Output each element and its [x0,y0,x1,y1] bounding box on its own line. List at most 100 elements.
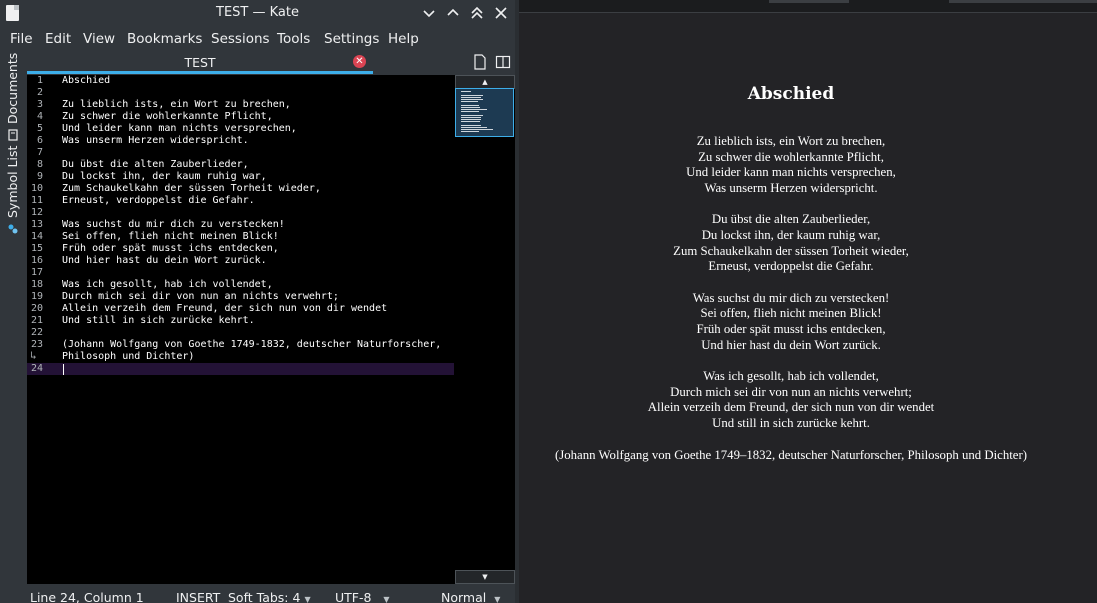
line-number: 14 [30,231,43,242]
editor-line[interactable]: 8 Du übst die alten Zauberlieder, [27,159,454,171]
editor-line[interactable]: 12 [27,207,454,219]
menu-settings[interactable]: Settings [324,31,379,47]
line-text: Und still in sich zurücke kehrt. [62,315,255,326]
line-text: Du übst die alten Zauberlieder, [62,159,249,170]
line-number: 13 [30,219,43,230]
line-text: (Johann Wolfgang von Goethe 1749-1832, d… [62,339,442,350]
kate-window: TEST — Kate File Edit View Bookmarks Ses… [0,0,515,603]
line-text: Was suchst du mir dich zu verstecken! [62,219,285,230]
preview-line: Durch mich sei dir von nun an nichts ver… [670,384,912,399]
cursor-position[interactable]: Line 24, Column 1 [30,590,144,603]
menu-sessions[interactable]: Sessions [211,31,270,47]
highlight-label: Normal [441,590,487,603]
line-text: Allein verzeih dem Freund, der sich nun … [62,303,388,314]
editor-line[interactable]: 22 [27,327,454,339]
editor-line[interactable]: 9 Du lockst ihn, der kaum ruhig war, [27,171,454,183]
editor-line[interactable]: 6 Was unserm Herzen widerspricht. [27,135,454,147]
symbol-list-icon[interactable] [7,223,19,235]
line-text: Früh oder spät musst ichs entdecken, [62,243,279,254]
line-number: 6 [36,135,43,146]
text-editor[interactable]: 1 Abschied 2 3 Zu lieblich ists, ein Wort zu… [27,75,454,584]
preview-line: Zum Schaukelkahn der süssen Torheit wied… [673,243,909,258]
editor-line[interactable]: 13 Was suchst du mir dich zu verstecken! [27,219,454,231]
line-number: 19 [30,291,43,302]
line-text: Was unserm Herzen widerspricht. [62,135,249,146]
editor-line[interactable]: 21 Und still in sich zurücke kehrt. [27,315,454,327]
editor-line[interactable]: 1 Abschied [27,75,454,87]
menu-file[interactable]: File [10,31,33,47]
split-view-icon[interactable] [495,54,511,70]
preview-line: Zu schwer die wohlerkannte Pflicht, [698,149,884,164]
menu-help[interactable]: Help [388,31,419,47]
sidebar-tab-documents[interactable]: Documents [5,53,20,124]
preview-line: Was unserm Herzen widerspricht. [704,180,878,195]
editor-line[interactable]: 19 Durch mich sei dir von nun an nichts v… [27,291,454,303]
documents-icon[interactable] [7,129,19,141]
line-text: Was ich gesollt, hab ich vollendet, [62,279,273,290]
editor-line[interactable]: 3 Zu lieblich ists, ein Wort zu brechen, [27,99,454,111]
preview-line: Und leider kann man nichts versprechen, [686,165,896,180]
line-number: 9 [36,171,43,182]
menu-edit[interactable]: Edit [45,31,71,47]
line-text: Philosoph und Dichter) [62,351,195,362]
line-number: 7 [36,147,43,158]
editor-line[interactable]: 15 Früh oder spät musst ichs entdecken, [27,243,454,255]
line-number: 24 [30,363,43,374]
preview-line: (Johann Wolfgang von Goethe 1749–1832, d… [555,447,1027,462]
encoding-setting[interactable]: UTF-8 ▼ [335,590,390,603]
preview-line: Erneust, verdoppelst die Gefahr. [708,259,874,274]
line-text: Durch mich sei dir von nun an nichts ver… [62,291,339,302]
menu-view[interactable]: View [83,31,115,47]
maximize-chevron-icon[interactable] [443,3,463,23]
indentation-label: Soft Tabs: 4 [228,590,301,603]
tab-test[interactable]: TEST ✕ [27,51,373,74]
left-sidebar: Documents Symbol List [0,51,26,603]
preview-line: Und still in sich zurücke kehrt. [712,416,870,430]
line-number: 22 [30,327,43,338]
input-mode[interactable]: INSERT [176,590,220,603]
menu-bookmarks[interactable]: Bookmarks [127,31,202,47]
editor-line[interactable]: 23 (Johann Wolfgang von Goethe 1749-1832,… [27,339,454,351]
editor-line[interactable]: 16 Und hier hast du dein Wort zurück. [27,255,454,267]
text-cursor [63,364,64,375]
preview-line: Du lockst ihn, der kaum ruhig war, [701,228,881,242]
indentation-setting[interactable]: Soft Tabs: 4 ▼ [228,590,311,603]
editor-line[interactable]: 20 Allein verzeih dem Freund, der sich nu… [27,303,454,315]
minimap-viewport[interactable] [455,88,514,137]
preview-line: Was suchst du mir dich zu verstecken! [692,290,890,305]
line-number: 4 [36,111,43,122]
scroll-up-icon[interactable]: ▲ [455,75,515,89]
editor-line[interactable]: 10 Zum Schaukelkahn der süssen Torheit wi… [27,183,454,195]
close-icon[interactable] [491,3,511,23]
preview-line: Was ich gesollt, hab ich vollendet, [703,369,879,384]
editor-line[interactable]: Philosoph und Dichter) ↳ [27,350,454,363]
editor-line[interactable]: 5 Und leider kann man nichts versprechen, [27,123,454,135]
line-number: 17 [30,267,43,278]
editor-line[interactable]: 4 Zu schwer die wohlerkannte Pflicht, [27,111,454,123]
minimize-chevron-icon[interactable] [419,3,439,23]
highlight-mode[interactable]: Normal ▼ [441,590,500,603]
minimap-scrollbar[interactable]: ▲ ▼ [454,75,515,584]
editor-line[interactable]: 7 [27,147,454,159]
preview-line: Früh oder spät musst ichs entdecken, [696,322,886,336]
line-number: 15 [30,243,43,254]
new-document-icon[interactable] [472,54,488,70]
sidebar-tab-symbol-list[interactable]: Symbol List [5,146,20,218]
menu-tools[interactable]: Tools [277,31,310,47]
editor-line[interactable]: 11 Erneust, verdoppelst die Gefahr. [27,195,454,207]
line-number: 18 [30,279,43,290]
title-bar[interactable]: TEST — Kate [0,0,515,27]
editor-line[interactable]: 14 Sei offen, flieh nicht meinen Blick! [27,231,454,243]
keep-above-icon[interactable] [467,3,487,23]
preview-line: Sei offen, flieh nicht meinen Blick! [700,306,882,321]
line-text: Du lockst ihn, der kaum ruhig war, [62,171,267,182]
line-number: 16 [30,255,43,266]
line-text: Abschied [62,75,111,86]
scroll-down-icon[interactable]: ▼ [455,570,515,584]
editor-line[interactable]: 2 [27,87,454,99]
editor-line[interactable]: 18 Was ich gesollt, hab ich vollendet, [27,279,454,291]
tab-close-icon[interactable]: ✕ [353,55,366,68]
editor-line[interactable]: 24 [27,363,454,375]
editor-line[interactable]: 17 [27,267,454,279]
line-text: Erneust, verdoppelst die Gefahr. [62,195,255,206]
